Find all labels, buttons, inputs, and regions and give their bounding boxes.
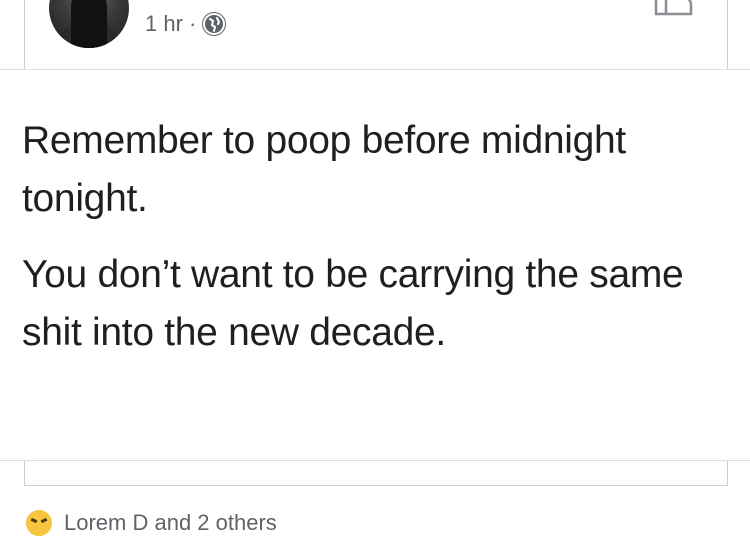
- reactions-bar[interactable]: Lorem D and 2 others: [24, 508, 277, 538]
- avatar-figure: [71, 0, 107, 48]
- header-divider: [0, 69, 750, 70]
- haha-reaction-icon: [24, 508, 54, 538]
- post-header-card: [24, 0, 728, 69]
- post-meta: 1 hr ·: [145, 11, 227, 37]
- post-paragraph-1: Remember to poop before midnight tonight…: [22, 119, 626, 220]
- reactions-summary[interactable]: Lorem D and 2 others: [64, 510, 277, 536]
- post-footer-card: [24, 461, 728, 486]
- globe-icon: [202, 12, 227, 36]
- post-body: Remember to poop before midnight tonight…: [22, 112, 732, 362]
- save-post-icon[interactable]: [654, 0, 694, 24]
- avatar[interactable]: [49, 0, 129, 48]
- post-timestamp[interactable]: 1 hr ·: [145, 11, 196, 37]
- post-paragraph-2: You don’t want to be carrying the same s…: [22, 253, 684, 354]
